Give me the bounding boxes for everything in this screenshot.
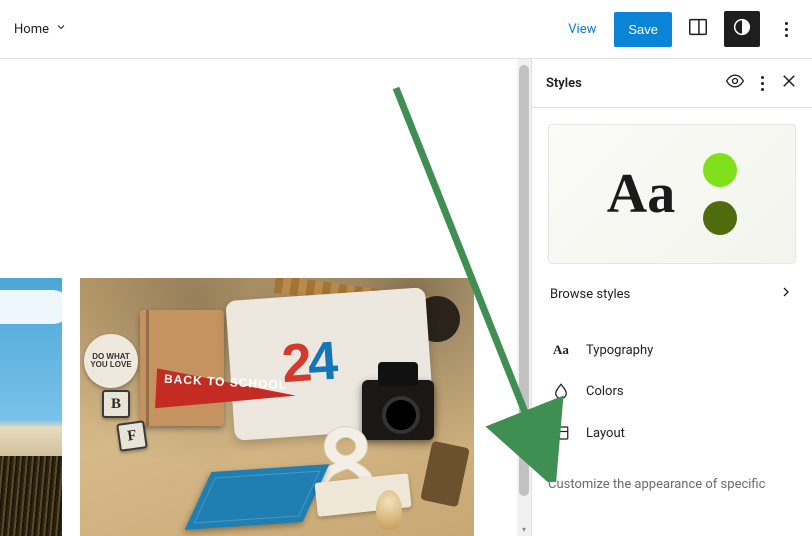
styles-toggle-button[interactable] [724, 11, 760, 47]
contrast-icon [731, 16, 753, 42]
view-link[interactable]: View [558, 14, 606, 45]
settings-toggle-button[interactable] [680, 11, 716, 47]
swatch-secondary [703, 201, 737, 235]
editor-canvas[interactable]: DO WHAT YOU LOVE 24 BACK TO SCHOOL B F [0, 59, 531, 536]
typography-icon: Aa [550, 342, 572, 358]
template-name: Home [14, 22, 49, 37]
browse-styles-label: Browse styles [550, 287, 630, 302]
canvas-scrollbar[interactable]: ▾ [517, 59, 531, 536]
letter-block: F [116, 420, 148, 452]
settings-item-label: Typography [586, 343, 653, 358]
typography-sample: Aa [607, 166, 675, 222]
save-button[interactable]: Save [614, 12, 672, 47]
panel-header: Styles [532, 59, 812, 108]
editor-toolbar: Home View Save [0, 0, 812, 59]
styles-panel: Styles Aa [531, 59, 812, 536]
settings-item-colors[interactable]: Colors [548, 370, 796, 412]
panel-header-tools [725, 71, 798, 95]
scrollbar-thumb[interactable] [519, 65, 529, 496]
settings-item-label: Layout [586, 426, 625, 441]
gallery-image[interactable]: DO WHAT YOU LOVE 24 BACK TO SCHOOL B F [80, 278, 474, 536]
panel-body: Aa Browse styles Aa Typography [532, 108, 812, 536]
toolbar-left: Home [4, 13, 77, 45]
layout-icon [550, 424, 572, 442]
letter-block: B [102, 390, 130, 418]
gallery-image[interactable] [0, 278, 62, 536]
droplet-icon [550, 382, 572, 400]
color-swatches [703, 153, 737, 235]
gallery-block: DO WHAT YOU LOVE 24 BACK TO SCHOOL B F [0, 278, 474, 536]
kebab-icon [785, 22, 788, 37]
sidebar-panel-icon [687, 16, 709, 42]
chevron-down-icon [55, 21, 67, 37]
settings-item-label: Colors [586, 384, 624, 399]
options-menu-button[interactable] [768, 11, 804, 47]
template-selector[interactable]: Home [4, 13, 77, 45]
customize-hint: Customize the appearance of specific [548, 454, 796, 492]
settings-item-layout[interactable]: Layout [548, 412, 796, 454]
style-settings-list: Aa Typography Colors Layout [548, 330, 796, 454]
circle-sign: DO WHAT YOU LOVE [84, 334, 138, 388]
settings-item-typography[interactable]: Aa Typography [548, 330, 796, 370]
style-preview-card[interactable]: Aa [548, 124, 796, 264]
swatch-primary [703, 153, 737, 187]
kebab-icon [761, 76, 764, 91]
panel-title: Styles [546, 76, 582, 91]
toolbar-right: View Save [558, 11, 804, 47]
browse-styles-button[interactable]: Browse styles [548, 264, 796, 324]
close-panel-button[interactable] [780, 72, 798, 94]
panel-options-button[interactable] [761, 76, 764, 91]
scroll-down-icon[interactable]: ▾ [517, 522, 531, 536]
eye-icon[interactable] [725, 71, 745, 95]
chevron-right-icon [778, 284, 794, 304]
